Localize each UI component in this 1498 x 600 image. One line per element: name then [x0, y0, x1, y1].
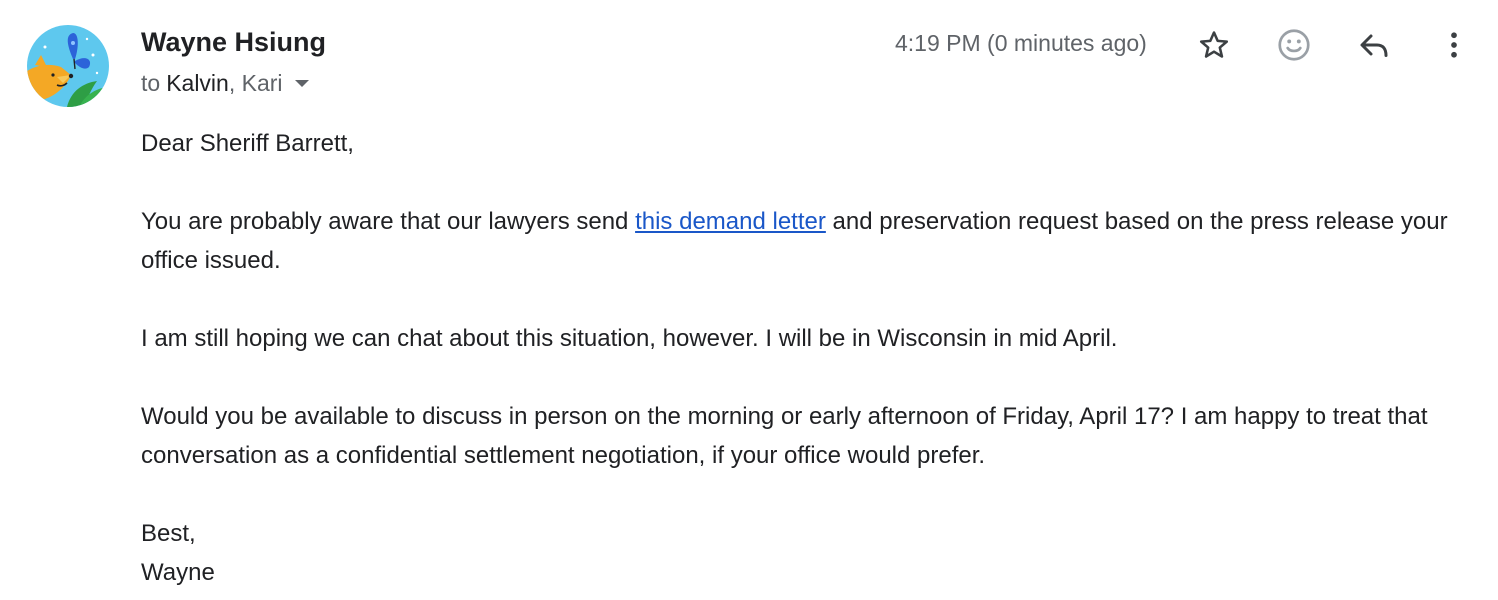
- add-reaction-button[interactable]: [1273, 24, 1315, 66]
- paragraph-2: I am still hoping we can chat about this…: [141, 325, 1118, 352]
- paragraph-1: You are probably aware that our lawyers …: [141, 202, 1461, 280]
- message-timestamp: 4:19 PM (0 minutes ago): [895, 30, 1147, 56]
- more-vertical-icon: [1451, 32, 1457, 58]
- smiley-icon: [1278, 29, 1310, 61]
- recipients-line: to Kalvin, Kari: [141, 70, 309, 97]
- paragraph-1-before: You are probably aware that our lawyers …: [141, 208, 636, 235]
- recipient-kari[interactable]: Kari: [242, 70, 283, 96]
- signature: Wayne: [141, 559, 215, 586]
- star-outline-icon: [1199, 31, 1229, 58]
- paragraph-3: Would you be available to discuss in per…: [141, 403, 1428, 469]
- sender-name[interactable]: Wayne Hsiung: [141, 27, 326, 58]
- sign-off: Best,: [141, 520, 196, 547]
- demand-letter-link[interactable]: this demand letter: [635, 208, 826, 235]
- to-label: to: [141, 70, 161, 96]
- more-options-button[interactable]: [1433, 24, 1475, 66]
- reply-arrow-icon: [1360, 34, 1388, 57]
- star-button[interactable]: [1193, 24, 1235, 66]
- recipient-separator: ,: [228, 70, 236, 96]
- avatar-image: [27, 25, 109, 107]
- message-body: Dear Sheriff Barrett, You are probably a…: [141, 124, 1461, 592]
- greeting: Dear Sheriff Barrett,: [141, 130, 354, 157]
- recipient-kalvin[interactable]: Kalvin: [166, 70, 229, 96]
- reply-button[interactable]: [1353, 24, 1395, 66]
- show-details-dropdown-icon[interactable]: [294, 80, 309, 87]
- recipient-list: Kalvin, Kari: [166, 70, 282, 97]
- avatar[interactable]: [27, 25, 109, 107]
